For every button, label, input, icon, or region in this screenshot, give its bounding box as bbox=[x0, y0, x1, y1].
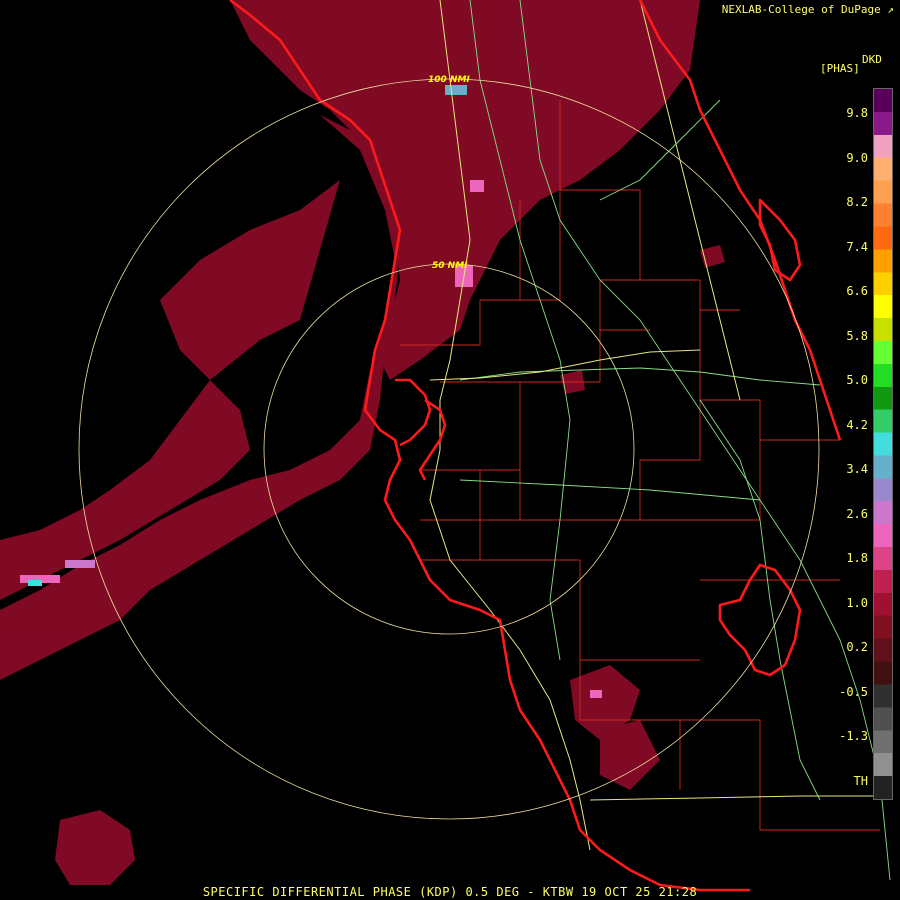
color-scale-tick: -1.3 bbox=[839, 729, 868, 743]
color-scale-tick: 1.8 bbox=[846, 551, 868, 565]
color-scale-tick: 5.0 bbox=[846, 373, 868, 387]
unit-label: [PHAS] bbox=[820, 62, 860, 75]
range-ring-label-50: 50 NMI bbox=[432, 261, 468, 271]
color-scale-tick: 5.8 bbox=[846, 328, 868, 343]
footer-caption: SPECIFIC DIFFERENTIAL PHASE (KDP) 0.5 DE… bbox=[202, 885, 698, 899]
lake-okeechobee bbox=[718, 563, 802, 677]
range-ring-label-100: 100 NMI bbox=[428, 75, 470, 85]
radar-map: 50 NMI 100 NMI bbox=[0, 0, 891, 892]
color-scale-tick: 0.2 bbox=[846, 640, 868, 654]
color-scale-tick: 1.0 bbox=[846, 595, 868, 610]
color-scale-tick: 3.4 bbox=[846, 462, 868, 476]
color-scale-tick: 4.2 bbox=[846, 417, 868, 432]
color-scale-tick: 9.0 bbox=[846, 150, 868, 165]
color-scale-tick: 7.4 bbox=[846, 239, 868, 254]
color-scale-tick: 6.6 bbox=[846, 284, 868, 298]
color-scale-tick: -0.5 bbox=[839, 684, 868, 699]
product-code: DKD bbox=[862, 53, 882, 66]
color-scale-tick: TH bbox=[853, 773, 868, 788]
external-link-icon[interactable]: ↗ bbox=[887, 3, 894, 16]
cape-canaveral-lagoon bbox=[758, 198, 802, 282]
color-scale-tick: 8.2 bbox=[846, 195, 868, 209]
credit-text: NEXLAB-College of DuPage ↗ bbox=[722, 3, 894, 16]
color-scale-tick: 9.8 bbox=[846, 106, 868, 120]
echo-cell-southeast bbox=[600, 720, 660, 790]
color-scale-bar bbox=[873, 88, 893, 800]
color-scale-tick: 2.6 bbox=[846, 506, 868, 521]
echo-cell-southwest bbox=[55, 810, 135, 885]
credit-label: NEXLAB-College of DuPage bbox=[721, 3, 881, 16]
